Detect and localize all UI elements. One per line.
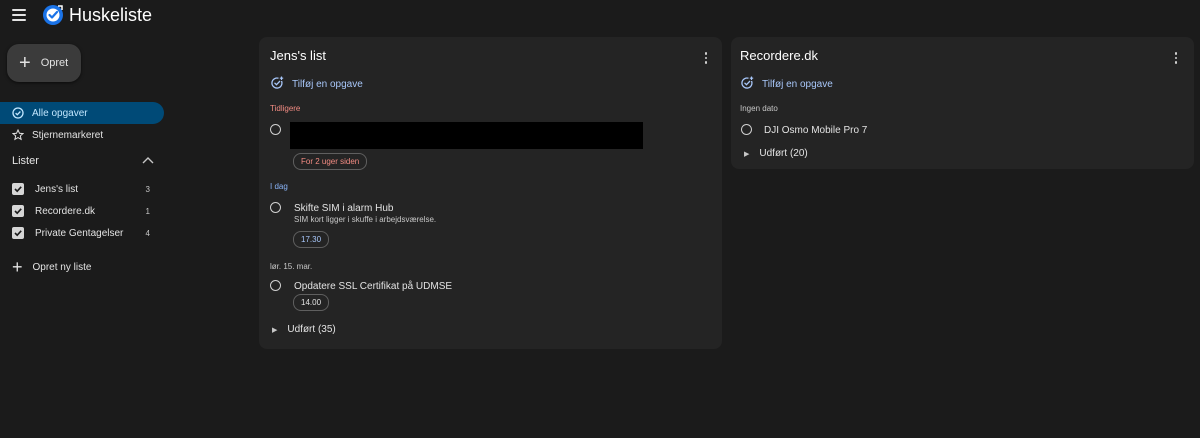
task-title[interactable]: DJI Osmo Mobile Pro 7	[764, 125, 867, 136]
completed-label: Udført (20)	[759, 148, 808, 159]
add-task-label: Tilføj en opgave	[292, 79, 363, 90]
create-button-label: Opret	[40, 57, 69, 69]
due-chip-overdue[interactable]: For 2 uger siden	[293, 153, 368, 170]
chevron-up-icon[interactable]	[142, 155, 154, 167]
add-task-button[interactable]: Tilføj en opgave	[740, 76, 833, 93]
add-task-label: Tilføj en opgave	[762, 79, 833, 90]
section-header-date: lør. 15. mar.	[270, 262, 313, 271]
tasks-logo-icon	[41, 3, 65, 27]
nav-item-label: Stjernemarkeret	[32, 129, 104, 141]
lists-header-label: Lister	[12, 155, 39, 167]
list-name: Private Gentagelser	[35, 227, 124, 239]
list-count: 3	[145, 184, 150, 194]
nav-item-starred[interactable]: Stjernemarkeret	[0, 124, 103, 146]
card-title: Recordere.dk	[740, 48, 819, 63]
section-header-today: I dag	[270, 182, 288, 191]
list-name: Recordere.dk	[35, 205, 96, 217]
check-circle-icon	[12, 107, 24, 119]
sidebar-list-jens[interactable]: Jens's list 3	[12, 181, 150, 197]
list-name: Jens's list	[35, 183, 79, 195]
add-task-icon	[740, 76, 754, 93]
create-button[interactable]: + Opret	[7, 44, 81, 82]
sidebar: + Opret Alle opgaver Stjernemarkeret Lis…	[0, 40, 170, 438]
task-item: Skifte SIM i alarm Hub SIM kort ligger i…	[270, 202, 710, 250]
list-count: 1	[145, 206, 150, 216]
more-options-icon[interactable]	[704, 52, 708, 64]
expand-triangle-icon: ▶	[272, 326, 278, 334]
complete-task-circle[interactable]	[741, 124, 752, 135]
task-notes: SIM kort ligger i skuffe i arbejdsværels…	[294, 215, 437, 224]
redacted-task-title	[290, 122, 643, 149]
create-new-list-button[interactable]: + Opret ny liste	[12, 258, 91, 276]
checkbox-checked-icon[interactable]	[12, 205, 24, 217]
top-bar: Huskeliste	[0, 0, 1200, 32]
task-item: DJI Osmo Mobile Pro 7	[741, 124, 1181, 140]
nav-item-all-tasks[interactable]: Alle opgaver	[0, 102, 164, 124]
sidebar-list-recordere[interactable]: Recordere.dk 1	[12, 203, 150, 219]
app-title: Huskeliste	[69, 5, 153, 25]
list-count: 4	[145, 228, 150, 238]
lists-section-header[interactable]: Lister	[12, 155, 154, 167]
expand-triangle-icon: ▶	[744, 150, 750, 158]
complete-task-circle[interactable]	[270, 124, 281, 135]
add-task-button[interactable]: Tilføj en opgave	[270, 76, 363, 93]
complete-task-circle[interactable]	[270, 280, 281, 291]
due-chip-time[interactable]: 17.30	[293, 231, 330, 248]
plus-icon: +	[19, 52, 31, 74]
plus-icon: +	[12, 257, 23, 277]
completed-toggle[interactable]: ▶ Udført (35)	[272, 324, 336, 335]
completed-toggle[interactable]: ▶ Udført (20)	[744, 148, 808, 159]
task-title[interactable]: Skifte SIM i alarm Hub	[294, 203, 393, 214]
card-title: Jens's list	[270, 48, 326, 63]
new-list-label: Opret ny liste	[32, 261, 92, 273]
nav-item-label: Alle opgaver	[32, 107, 88, 119]
section-header-no-date: Ingen dato	[740, 104, 778, 113]
checkbox-checked-icon[interactable]	[12, 227, 24, 239]
task-list-card-recordere: Recordere.dk Tilføj en opgave Ingen dato…	[731, 37, 1194, 169]
star-icon	[12, 129, 24, 141]
completed-label: Udført (35)	[287, 324, 336, 335]
checkbox-checked-icon[interactable]	[12, 183, 24, 195]
hamburger-menu-icon[interactable]	[12, 9, 26, 21]
sidebar-list-private[interactable]: Private Gentagelser 4	[12, 225, 150, 241]
due-chip-time[interactable]: 14.00	[293, 294, 330, 311]
complete-task-circle[interactable]	[270, 202, 281, 213]
task-list-card-jens: Jens's list Tilføj en opgave Tidligere F…	[259, 37, 722, 349]
add-task-icon	[270, 76, 284, 93]
task-item: For 2 uger siden	[270, 122, 710, 170]
section-header-overdue: Tidligere	[270, 104, 301, 113]
more-options-icon[interactable]	[1174, 52, 1178, 64]
task-title[interactable]: Opdatere SSL Certifikat på UDMSE	[294, 281, 452, 292]
task-item: Opdatere SSL Certifikat på UDMSE 14.00	[270, 280, 710, 314]
